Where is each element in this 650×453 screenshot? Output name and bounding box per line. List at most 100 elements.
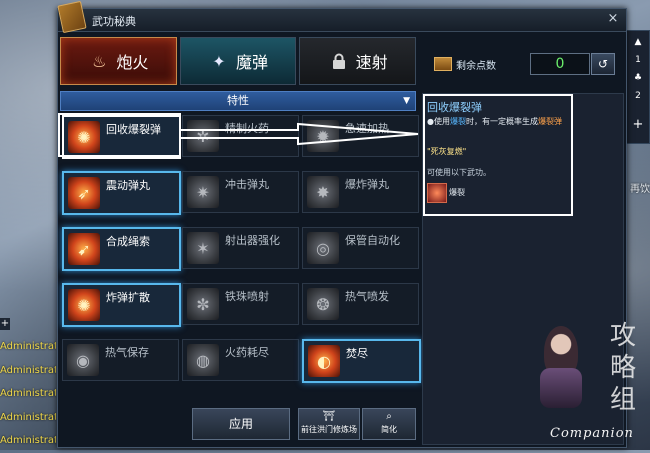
- skill-cell[interactable]: ✹ 急速加热: [302, 115, 419, 157]
- skill-cell[interactable]: ✺ 炸弹扩散: [62, 283, 181, 327]
- skill-icon: ◍: [187, 344, 219, 376]
- skill-icon: ✷: [187, 176, 219, 208]
- window-title: 武功秘典: [92, 15, 136, 28]
- skill-cell[interactable]: ◉ 热气保存: [62, 339, 179, 381]
- magnifier-icon: ⌕: [386, 411, 392, 422]
- skill-label: 回收爆裂弹: [106, 123, 161, 136]
- watermark-text: Companion: [550, 426, 634, 441]
- skill-label: 爆炸弹丸: [345, 178, 389, 191]
- watermark-glyphs: 攻略组: [609, 321, 636, 415]
- side-plus-button[interactable]: +: [0, 318, 10, 330]
- tab-label: 速射: [355, 53, 388, 72]
- chat-line: Administrat: [0, 411, 56, 423]
- skill-cell[interactable]: ➹ 合成绳索: [62, 227, 181, 271]
- info-desc-mid: 时，有一定概率生成: [465, 117, 538, 126]
- tab-magic-bullet[interactable]: ✦ 魔弹: [179, 37, 297, 85]
- related-skill-icon: [427, 183, 447, 203]
- companion-watermark: 攻略组 Companion: [532, 318, 650, 450]
- skill-icon: ✲: [187, 120, 219, 152]
- chat-line: Administrat: [0, 341, 56, 352]
- skill-icon: ◐: [308, 345, 340, 377]
- tab-label: 炮火: [116, 53, 149, 72]
- tab-rapid-fire[interactable]: 速射: [299, 37, 417, 85]
- right-side-label: 再饮: [630, 184, 650, 195]
- magic-bullet-icon: ✦: [212, 51, 226, 71]
- reset-button[interactable]: ↺: [591, 53, 615, 75]
- chat-line: Administrat: [0, 388, 56, 399]
- chat-log: Administrat Administrat Administrat Admi…: [0, 335, 56, 453]
- add-icon[interactable]: +: [628, 117, 648, 132]
- skill-label: 火药耗尽: [225, 346, 269, 359]
- tab-cannon-fire[interactable]: ♨ 炮火: [60, 37, 177, 85]
- remaining-points: 剩余点数 0 ↺: [426, 53, 622, 75]
- chat-line: Administrat: [0, 364, 56, 376]
- skill-cell[interactable]: ✶ 射出器强化: [182, 227, 299, 269]
- skill-label: 冲击弹丸: [225, 178, 269, 191]
- skill-cell[interactable]: ❂ 热气喷发: [302, 283, 419, 325]
- category-tabs: ♨ 炮火 ✦ 魔弹 速射: [60, 37, 417, 85]
- info-description: ●使用爆裂时，有一定概率生成爆裂弹: [427, 116, 562, 127]
- trait-dropdown[interactable]: 特性 ▼: [60, 91, 416, 111]
- skill-icon: ◎: [307, 232, 339, 264]
- apply-button[interactable]: 应用: [192, 408, 290, 440]
- skill-cell[interactable]: ◐ 焚尽: [302, 339, 421, 383]
- dropdown-value: 特性: [227, 94, 249, 107]
- skill-cell[interactable]: ➶ 震动弹丸: [62, 171, 181, 215]
- skill-icon: ➶: [68, 177, 100, 209]
- skill-cell[interactable]: ✺ 回收爆裂弹: [62, 115, 181, 159]
- skill-cell[interactable]: ✸ 爆炸弹丸: [302, 171, 419, 213]
- go-training-button[interactable]: ⛩ 前往洪门修炼场: [298, 408, 360, 440]
- skill-icon: ➹: [68, 233, 100, 265]
- skill-icon: ◉: [67, 344, 99, 376]
- points-label: 剩余点数: [456, 61, 496, 72]
- tab-label: 魔弹: [236, 53, 269, 72]
- close-button[interactable]: ×: [606, 12, 620, 26]
- skill-icon: ✼: [187, 288, 219, 320]
- skill-label: 焚尽: [346, 347, 368, 360]
- book-icon-1[interactable]: ▲: [628, 37, 648, 47]
- skill-cell[interactable]: ✼ 铁珠喷射: [182, 283, 299, 325]
- skill-label: 精制火药: [225, 122, 269, 135]
- skill-icon: ✸: [307, 176, 339, 208]
- skill-label: 射出器强化: [225, 234, 280, 247]
- title-bar: 武功秘典 ×: [57, 0, 626, 34]
- info-usable-text: 可使用以下武功。: [427, 168, 491, 177]
- skill-label: 急速加热: [345, 122, 389, 135]
- skill-icon: ✹: [307, 120, 339, 152]
- skill-cell[interactable]: ◎ 保管自动化: [302, 227, 419, 269]
- go-training-label: 前往洪门修炼场: [301, 425, 357, 434]
- cannon-fire-icon: ♨: [92, 51, 107, 71]
- info-desc-result: 爆裂弹: [537, 117, 562, 126]
- skill-icon: ✶: [187, 232, 219, 264]
- skill-label: 炸弹扩散: [106, 291, 150, 304]
- simplify-label: 简化: [381, 425, 397, 434]
- skill-label: 震动弹丸: [106, 179, 150, 192]
- simplify-button[interactable]: ⌕ 简化: [362, 408, 416, 440]
- info-desc-prefix: ●使用: [427, 117, 450, 126]
- chat-line: Administrat: [0, 435, 56, 446]
- mascot-body: [540, 368, 582, 408]
- book-icon-2[interactable]: ♣: [628, 73, 648, 83]
- related-skill-name: 爆裂: [449, 188, 465, 197]
- right-side-strip: ▲ 1 ♣ 2 +: [626, 30, 650, 144]
- skill-icon: ✺: [68, 121, 100, 153]
- lock-icon: [328, 50, 350, 72]
- skill-label: 合成绳索: [106, 235, 150, 248]
- info-title: 回收爆裂弹: [427, 101, 482, 114]
- gate-icon: ⛩: [322, 411, 336, 422]
- skill-cell[interactable]: ✷ 冲击弹丸: [182, 171, 299, 213]
- book-icon: [434, 57, 452, 71]
- strip-item-1[interactable]: 1: [628, 55, 648, 65]
- skill-label: 热气喷发: [345, 290, 389, 303]
- chevron-down-icon: ▼: [403, 96, 410, 106]
- skill-icon: ✺: [68, 289, 100, 321]
- skill-label: 保管自动化: [345, 234, 400, 247]
- skill-label: 铁珠喷射: [225, 290, 269, 303]
- info-desc-skill: 爆裂: [449, 117, 466, 126]
- skill-cell[interactable]: ◍ 火药耗尽: [182, 339, 299, 381]
- points-value: 0: [530, 53, 590, 75]
- strip-item-2[interactable]: 2: [628, 91, 648, 101]
- skill-icon: ❂: [307, 288, 339, 320]
- skill-cell[interactable]: ✲ 精制火药: [182, 115, 299, 157]
- bottom-bar: 应用 ⛩ 前往洪门修炼场 ⌕ 简化: [60, 405, 418, 443]
